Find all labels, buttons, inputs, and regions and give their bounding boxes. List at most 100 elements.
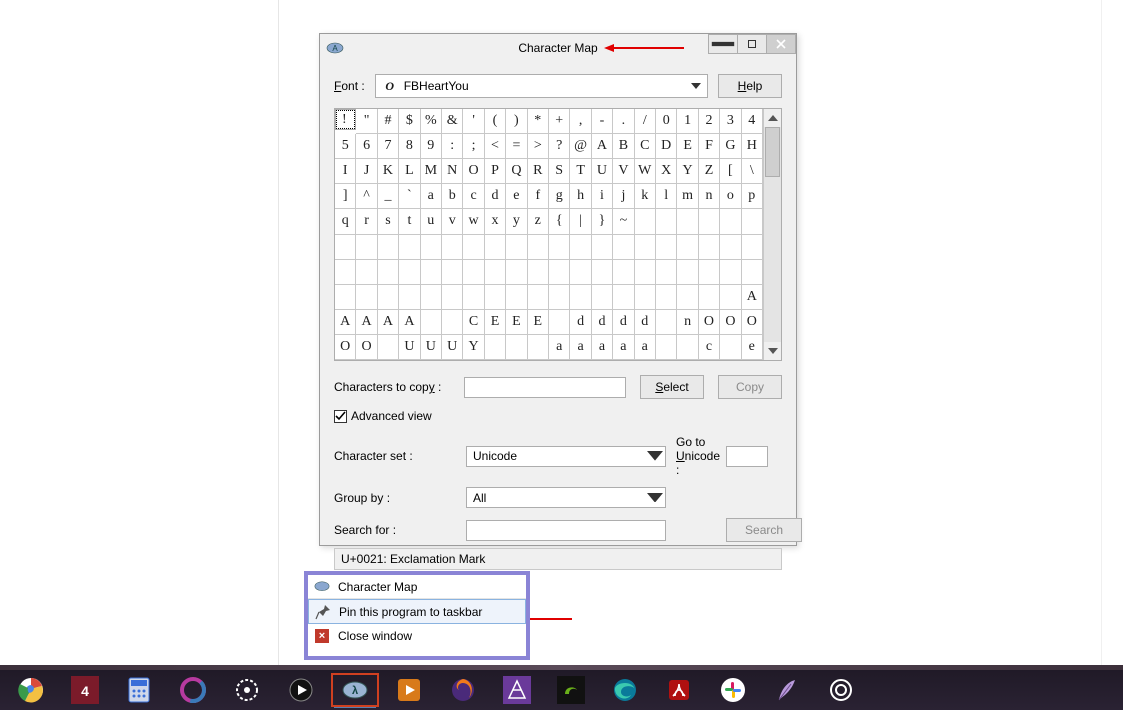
- char-cell[interactable]: -: [592, 109, 613, 134]
- taskbar-item-acrobat[interactable]: [652, 670, 706, 710]
- char-cell[interactable]: [570, 235, 591, 260]
- taskbar-item-charmap[interactable]: λ: [328, 670, 382, 710]
- char-cell[interactable]: .: [613, 109, 634, 134]
- char-cell[interactable]: [399, 285, 420, 310]
- char-cell[interactable]: ~: [613, 209, 634, 234]
- char-cell[interactable]: `: [399, 184, 420, 209]
- char-cell[interactable]: f: [528, 184, 549, 209]
- char-cell[interactable]: [378, 260, 399, 285]
- char-cell[interactable]: 0: [656, 109, 677, 134]
- char-cell[interactable]: L: [399, 159, 420, 184]
- char-cell[interactable]: 4: [742, 109, 763, 134]
- char-cell[interactable]: ^: [356, 184, 377, 209]
- char-cell[interactable]: [442, 260, 463, 285]
- char-cell[interactable]: d: [635, 310, 656, 335]
- char-cell[interactable]: 7: [378, 134, 399, 159]
- char-cell[interactable]: a: [570, 335, 591, 360]
- char-cell[interactable]: [378, 285, 399, 310]
- jumplist-item-charmap[interactable]: Character Map: [308, 575, 526, 599]
- char-cell[interactable]: s: [378, 209, 399, 234]
- minimize-button[interactable]: [708, 34, 738, 54]
- goto-unicode-input[interactable]: [726, 446, 768, 467]
- char-cell[interactable]: o: [720, 184, 741, 209]
- char-cell[interactable]: q: [335, 209, 356, 234]
- char-cell[interactable]: n: [677, 310, 698, 335]
- char-cell[interactable]: [528, 260, 549, 285]
- taskbar-item-steelseries[interactable]: [814, 670, 868, 710]
- char-cell[interactable]: <: [485, 134, 506, 159]
- char-cell[interactable]: }: [592, 209, 613, 234]
- char-cell[interactable]: 3: [720, 109, 741, 134]
- char-cell[interactable]: m: [677, 184, 698, 209]
- char-cell[interactable]: [356, 285, 377, 310]
- char-cell[interactable]: U: [592, 159, 613, 184]
- char-cell[interactable]: 9: [421, 134, 442, 159]
- char-cell[interactable]: (: [485, 109, 506, 134]
- char-cell[interactable]: a: [421, 184, 442, 209]
- char-cell[interactable]: [463, 260, 484, 285]
- char-cell[interactable]: l: [656, 184, 677, 209]
- taskbar-item-feather[interactable]: [760, 670, 814, 710]
- char-cell[interactable]: [656, 285, 677, 310]
- char-cell[interactable]: [656, 235, 677, 260]
- taskbar-item-chrome[interactable]: [4, 670, 58, 710]
- char-cell[interactable]: c: [699, 335, 720, 360]
- char-cell[interactable]: U: [399, 335, 420, 360]
- char-cell[interactable]: e: [506, 184, 527, 209]
- char-cell[interactable]: [677, 260, 698, 285]
- taskbar-item-calculator[interactable]: [112, 670, 166, 710]
- char-cell[interactable]: [442, 310, 463, 335]
- char-cell[interactable]: a: [613, 335, 634, 360]
- char-cell[interactable]: C: [463, 310, 484, 335]
- char-cell[interactable]: [549, 310, 570, 335]
- char-cell[interactable]: N: [442, 159, 463, 184]
- char-cell[interactable]: >: [528, 134, 549, 159]
- char-cell[interactable]: c: [463, 184, 484, 209]
- char-cell[interactable]: 5: [335, 134, 356, 159]
- scrollbar[interactable]: [763, 109, 781, 360]
- char-cell[interactable]: O: [335, 335, 356, 360]
- char-cell[interactable]: [613, 235, 634, 260]
- char-cell[interactable]: E: [506, 310, 527, 335]
- char-cell[interactable]: d: [570, 310, 591, 335]
- char-cell[interactable]: [463, 285, 484, 310]
- char-cell[interactable]: [677, 285, 698, 310]
- taskbar-item-nvidia[interactable]: [544, 670, 598, 710]
- char-cell[interactable]: y: [506, 209, 527, 234]
- taskbar-item-affinity[interactable]: [490, 670, 544, 710]
- char-cell[interactable]: M: [421, 159, 442, 184]
- char-cell[interactable]: J: [356, 159, 377, 184]
- char-cell[interactable]: [570, 285, 591, 310]
- char-cell[interactable]: [399, 260, 420, 285]
- char-cell[interactable]: [720, 285, 741, 310]
- char-cell[interactable]: U: [421, 335, 442, 360]
- taskbar-item-media[interactable]: [274, 670, 328, 710]
- char-cell[interactable]: [421, 310, 442, 335]
- char-cell[interactable]: [506, 335, 527, 360]
- char-cell[interactable]: [335, 285, 356, 310]
- char-cell[interactable]: ': [463, 109, 484, 134]
- char-cell[interactable]: E: [677, 134, 698, 159]
- char-cell[interactable]: [742, 235, 763, 260]
- char-cell[interactable]: [592, 260, 613, 285]
- scroll-down-icon[interactable]: [764, 342, 781, 360]
- char-cell[interactable]: R: [528, 159, 549, 184]
- char-cell[interactable]: E: [485, 310, 506, 335]
- char-cell[interactable]: [399, 235, 420, 260]
- char-cell[interactable]: O: [463, 159, 484, 184]
- char-cell[interactable]: [656, 260, 677, 285]
- char-cell[interactable]: [699, 260, 720, 285]
- char-cell[interactable]: H: [742, 134, 763, 159]
- char-cell[interactable]: t: [399, 209, 420, 234]
- char-cell[interactable]: *: [528, 109, 549, 134]
- char-cell[interactable]: a: [549, 335, 570, 360]
- char-cell[interactable]: e: [742, 335, 763, 360]
- char-cell[interactable]: ,: [570, 109, 591, 134]
- charset-select[interactable]: Unicode: [466, 446, 666, 467]
- help-button[interactable]: Help: [718, 74, 782, 98]
- char-cell[interactable]: @: [570, 134, 591, 159]
- char-cell[interactable]: v: [442, 209, 463, 234]
- char-cell[interactable]: [485, 285, 506, 310]
- taskbar-item-sharex[interactable]: [166, 670, 220, 710]
- char-cell[interactable]: A: [399, 310, 420, 335]
